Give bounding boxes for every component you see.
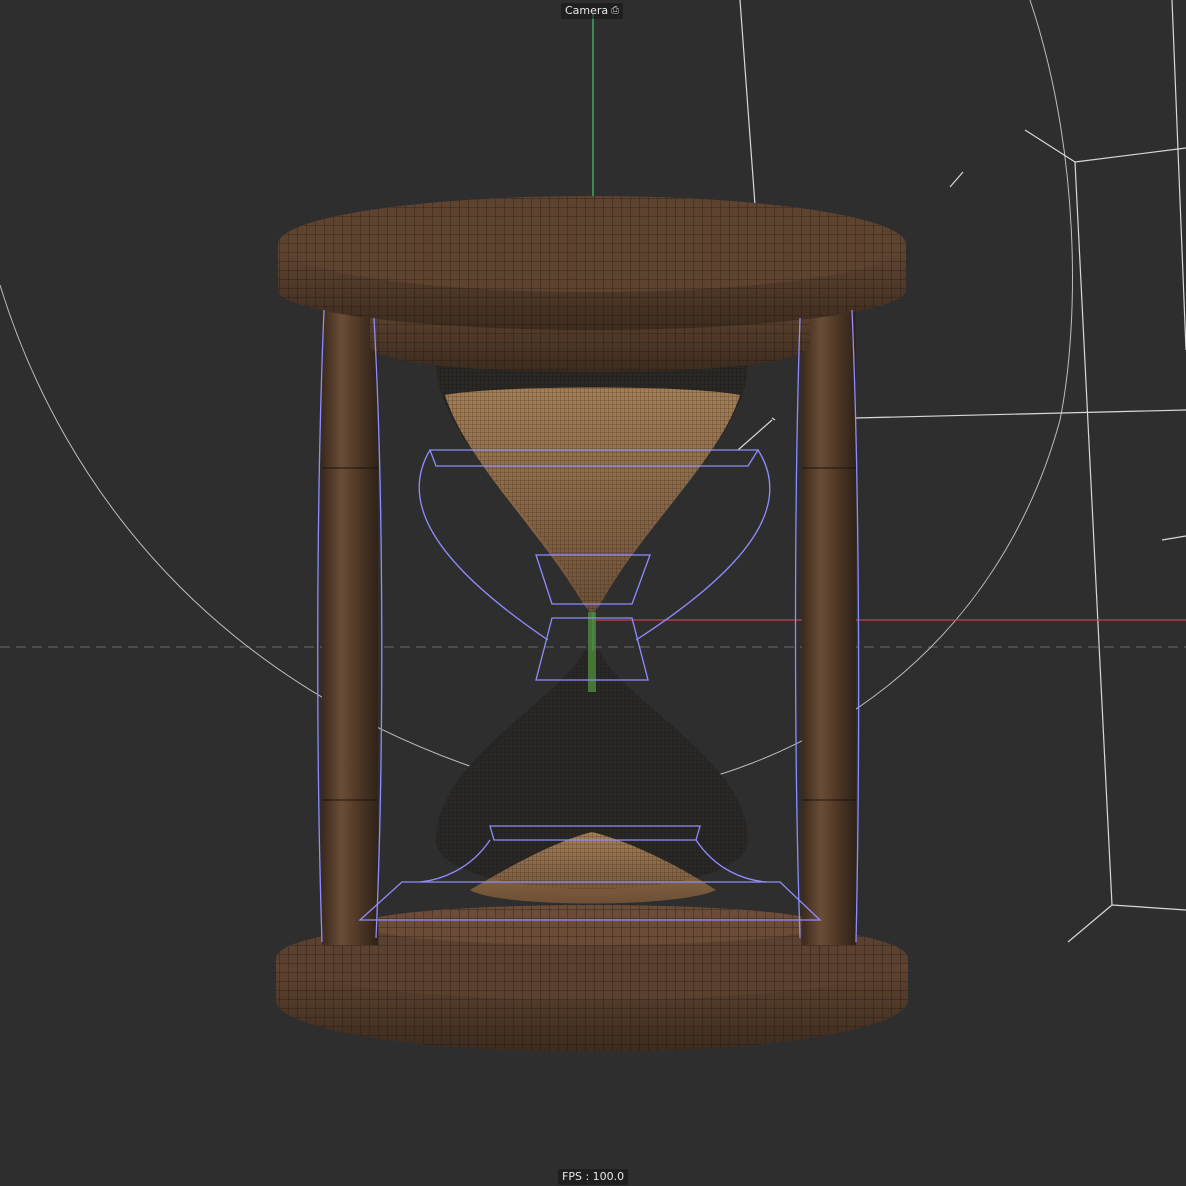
hourglass-pillar-left[interactable] <box>322 300 378 945</box>
hourglass-glass[interactable] <box>436 315 748 904</box>
camera-selector[interactable]: Camera ⎙ <box>561 3 624 19</box>
hourglass-pillar-right[interactable] <box>802 300 856 945</box>
hourglass-model[interactable] <box>276 196 908 1052</box>
fps-counter: FPS : 100.0 <box>558 1169 629 1185</box>
camera-icon: ⎙ <box>611 5 620 16</box>
3d-viewport[interactable]: Camera ⎙ FPS : 100.0 <box>0 0 1186 1186</box>
camera-label-text: Camera <box>565 4 609 17</box>
